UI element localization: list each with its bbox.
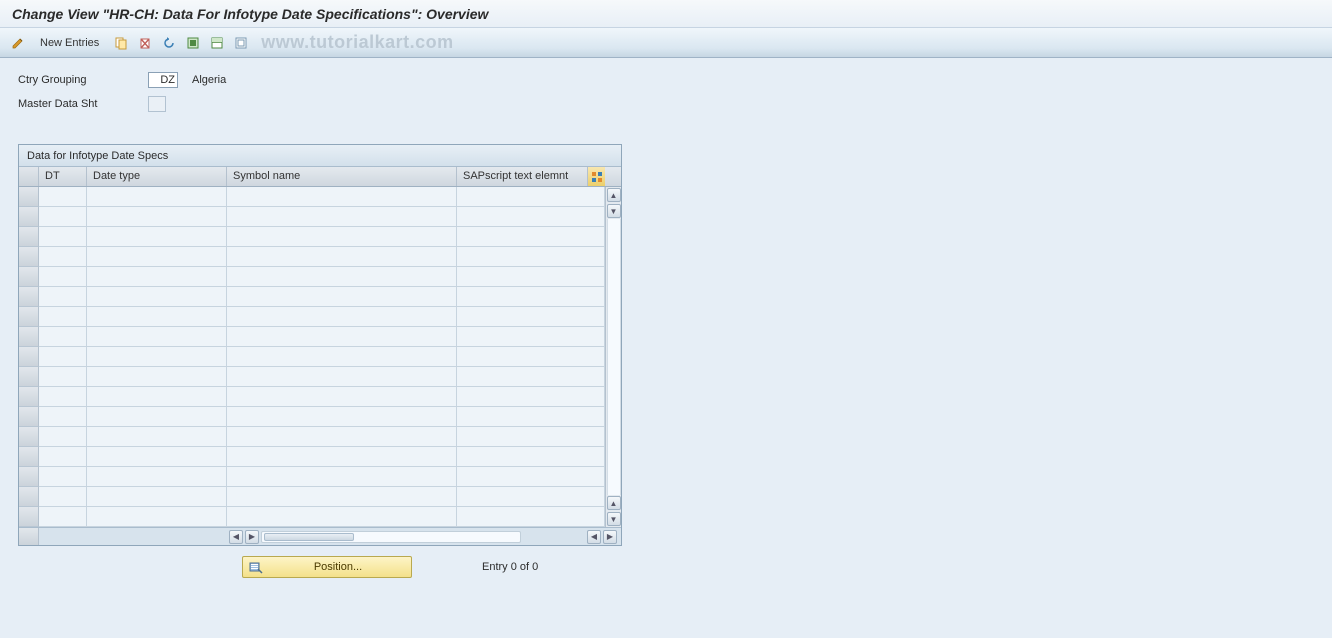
row-selector[interactable] [19, 507, 39, 527]
page-title: Change View "HR-CH: Data For Infotype Da… [0, 0, 1332, 28]
toggle-change-icon[interactable] [8, 33, 28, 53]
page-title-text: Change View "HR-CH: Data For Infotype Da… [12, 6, 488, 22]
watermark-text: www.tutorialkart.com [261, 32, 453, 53]
horizontal-scrollbar: ◀ ▶ ◀ ▶ [19, 527, 621, 545]
row-selector[interactable] [19, 247, 39, 267]
row-selector[interactable] [19, 487, 39, 507]
table-row[interactable] [39, 307, 605, 327]
table-row[interactable] [39, 427, 605, 447]
grid-header-sapscript[interactable]: SAPscript text elemnt [457, 167, 587, 186]
master-data-row: Master Data Sht [18, 94, 1314, 114]
row-selector[interactable] [19, 307, 39, 327]
row-selector[interactable] [19, 187, 39, 207]
vertical-scrollbar[interactable]: ▲ ▼ ▲ ▼ [605, 187, 621, 527]
grid-row-selectors [19, 187, 39, 527]
table-row[interactable] [39, 227, 605, 247]
row-selector[interactable] [19, 367, 39, 387]
table-row[interactable] [39, 287, 605, 307]
row-selector[interactable] [19, 327, 39, 347]
scroll-track[interactable] [607, 219, 621, 495]
table-row[interactable] [39, 367, 605, 387]
table-row[interactable] [39, 267, 605, 287]
row-selector[interactable] [19, 387, 39, 407]
scroll-left-step-icon[interactable]: ◀ [587, 530, 601, 544]
row-selector[interactable] [19, 347, 39, 367]
table-row[interactable] [39, 327, 605, 347]
copy-as-icon[interactable] [111, 33, 131, 53]
grid-header-selector[interactable] [19, 167, 39, 186]
grid-title: Data for Infotype Date Specs [19, 145, 621, 167]
row-selector[interactable] [19, 447, 39, 467]
table-row[interactable] [39, 447, 605, 467]
select-block-icon[interactable] [207, 33, 227, 53]
select-all-icon[interactable] [183, 33, 203, 53]
entry-count-text: Entry 0 of 0 [482, 561, 538, 573]
row-selector[interactable] [19, 267, 39, 287]
table-row[interactable] [39, 247, 605, 267]
new-entries-button[interactable]: New Entries [32, 33, 107, 53]
hscroll-track[interactable] [261, 531, 521, 543]
hscroll-corner [19, 528, 39, 545]
ctry-grouping-input[interactable] [148, 72, 178, 88]
position-label: Position... [271, 561, 405, 573]
grid-panel: Data for Infotype Date Specs DT Date typ… [18, 144, 622, 546]
position-icon [249, 560, 263, 574]
ctry-grouping-text: Algeria [192, 74, 226, 86]
scroll-up-icon[interactable]: ▲ [607, 188, 621, 202]
table-row[interactable] [39, 187, 605, 207]
row-selector[interactable] [19, 407, 39, 427]
grid-configure-icon[interactable] [587, 167, 605, 186]
grid-header-symbol-name[interactable]: Symbol name [227, 167, 457, 186]
table-row[interactable] [39, 487, 605, 507]
table-row[interactable] [39, 507, 605, 527]
row-selector[interactable] [19, 287, 39, 307]
row-selector[interactable] [19, 467, 39, 487]
content-area: Ctry Grouping Algeria Master Data Sht Da… [0, 58, 1332, 590]
row-selector[interactable] [19, 227, 39, 247]
master-data-label: Master Data Sht [18, 98, 148, 110]
ctry-grouping-label: Ctry Grouping [18, 74, 148, 86]
application-toolbar: New Entries www.tutorialkart.com [0, 28, 1332, 58]
ctry-grouping-row: Ctry Grouping Algeria [18, 70, 1314, 90]
scroll-down-icon[interactable]: ▼ [607, 512, 621, 526]
scroll-right-icon[interactable]: ▶ [603, 530, 617, 544]
scroll-left-icon[interactable]: ◀ [229, 530, 243, 544]
table-row[interactable] [39, 407, 605, 427]
row-selector[interactable] [19, 207, 39, 227]
scroll-right-step-icon[interactable]: ▶ [245, 530, 259, 544]
master-data-input[interactable] [148, 96, 166, 112]
undo-change-icon[interactable] [159, 33, 179, 53]
hscroll-thumb[interactable] [264, 533, 354, 541]
row-selector[interactable] [19, 427, 39, 447]
grid-header-date-type[interactable]: Date type [87, 167, 227, 186]
grid-header-dt[interactable]: DT [39, 167, 87, 186]
table-row[interactable] [39, 347, 605, 367]
grid-body: ▲ ▼ ▲ ▼ [19, 187, 621, 527]
hscroll-area: ◀ ▶ ◀ ▶ [39, 530, 621, 544]
position-button[interactable]: Position... [242, 556, 412, 578]
scroll-down-step-icon[interactable]: ▼ [607, 204, 621, 218]
table-row[interactable] [39, 387, 605, 407]
scroll-up-step-icon[interactable]: ▲ [607, 496, 621, 510]
grid-header-row: DT Date type Symbol name SAPscript text … [19, 167, 621, 187]
grid-footer: Position... Entry 0 of 0 [18, 556, 1314, 578]
new-entries-label: New Entries [40, 37, 99, 49]
table-row[interactable] [39, 207, 605, 227]
table-row[interactable] [39, 467, 605, 487]
deselect-all-icon[interactable] [231, 33, 251, 53]
grid-data-area [39, 187, 605, 527]
delete-icon[interactable] [135, 33, 155, 53]
